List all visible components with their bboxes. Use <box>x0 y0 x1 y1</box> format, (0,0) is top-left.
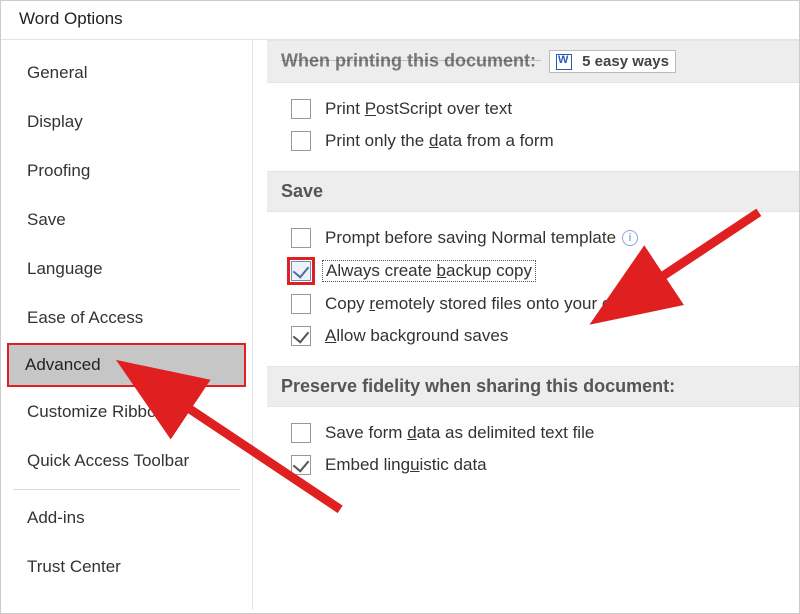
option-label: Print only the data from a form <box>325 131 554 151</box>
sidebar-item-trust-center[interactable]: Trust Center <box>7 543 246 591</box>
checkbox-save-form-data[interactable] <box>291 423 311 443</box>
sidebar-item-label: Display <box>27 112 83 131</box>
sidebar-item-label: General <box>27 63 87 82</box>
sidebar-item-label: Add-ins <box>27 508 85 527</box>
option-allow-background-saves[interactable]: Allow background saves <box>267 320 799 352</box>
dialog-title: Word Options <box>1 1 799 40</box>
sidebar-item-language[interactable]: Language <box>7 245 246 293</box>
option-label: Print PostScript over text <box>325 99 512 119</box>
printing-document-dropdown[interactable]: 5 easy ways <box>549 50 676 73</box>
sidebar-item-advanced[interactable]: Advanced <box>7 343 246 387</box>
checkbox-copy-remotely-stored[interactable] <box>291 294 311 314</box>
option-copy-remotely-stored[interactable]: Copy remotely stored files onto your com… <box>267 288 799 320</box>
section-heading-text: When printing this document: <box>281 50 536 70</box>
word-document-icon <box>556 54 572 70</box>
options-sidebar: General Display Proofing Save Language E… <box>1 40 253 610</box>
dropdown-selected-text: 5 easy ways <box>582 53 669 70</box>
sidebar-item-label: Quick Access Toolbar <box>27 451 189 470</box>
option-prompt-normal-template[interactable]: Prompt before saving Normal template i <box>267 222 799 254</box>
word-options-dialog: Word Options General Display Proofing Sa… <box>0 0 800 614</box>
option-always-backup-copy[interactable]: Always create backup copy <box>267 254 799 288</box>
sidebar-item-ease-of-access[interactable]: Ease of Access <box>7 294 246 342</box>
option-label: Copy remotely stored files onto your com… <box>325 294 667 314</box>
checkbox-embed-linguistic-data[interactable] <box>291 455 311 475</box>
option-embed-linguistic-data[interactable]: Embed linguistic data <box>267 449 799 481</box>
sidebar-item-display[interactable]: Display <box>7 98 246 146</box>
dialog-body: General Display Proofing Save Language E… <box>1 40 799 610</box>
sidebar-item-label: Save <box>27 210 66 229</box>
option-save-form-data[interactable]: Save form data as delimited text file <box>267 417 799 449</box>
section-heading-save: Save <box>267 171 799 212</box>
info-icon[interactable]: i <box>622 230 638 246</box>
sidebar-item-label: Proofing <box>27 161 90 180</box>
dialog-title-text: Word Options <box>19 9 123 28</box>
checkbox-print-only-data[interactable] <box>291 131 311 151</box>
sidebar-item-label: Trust Center <box>27 557 121 576</box>
section-heading-text: Save <box>281 181 323 201</box>
sidebar-item-general[interactable]: General <box>7 49 246 97</box>
section-heading-text: Preserve fidelity when sharing this docu… <box>281 376 675 396</box>
options-content-pane: When printing this document: 5 easy ways… <box>253 40 799 610</box>
option-label: Embed linguistic data <box>325 455 487 475</box>
sidebar-item-label: Customize Ribbon <box>27 402 166 421</box>
checkbox-always-backup-copy[interactable] <box>291 261 311 281</box>
option-label: Allow background saves <box>325 326 508 346</box>
option-print-postscript[interactable]: Print PostScript over text <box>267 93 799 125</box>
sidebar-item-quick-access-toolbar[interactable]: Quick Access Toolbar <box>7 437 246 485</box>
checkbox-print-postscript[interactable] <box>291 99 311 119</box>
section-heading-preserve-fidelity: Preserve fidelity when sharing this docu… <box>267 366 799 407</box>
sidebar-item-customize-ribbon[interactable]: Customize Ribbon <box>7 388 246 436</box>
sidebar-item-proofing[interactable]: Proofing <box>7 147 246 195</box>
sidebar-item-label: Language <box>27 259 103 278</box>
sidebar-item-label: Advanced <box>25 355 101 374</box>
sidebar-item-add-ins[interactable]: Add-ins <box>7 494 246 542</box>
option-label: Save form data as delimited text file <box>325 423 594 443</box>
option-print-only-data[interactable]: Print only the data from a form <box>267 125 799 157</box>
sidebar-divider <box>13 489 240 490</box>
section-heading-printing: When printing this document: 5 easy ways <box>267 40 799 83</box>
option-label: Always create backup copy <box>322 260 536 282</box>
checkbox-prompt-normal-template[interactable] <box>291 228 311 248</box>
sidebar-item-save[interactable]: Save <box>7 196 246 244</box>
sidebar-item-label: Ease of Access <box>27 308 143 327</box>
option-label: Prompt before saving Normal template <box>325 228 616 248</box>
checkbox-allow-background-saves[interactable] <box>291 326 311 346</box>
